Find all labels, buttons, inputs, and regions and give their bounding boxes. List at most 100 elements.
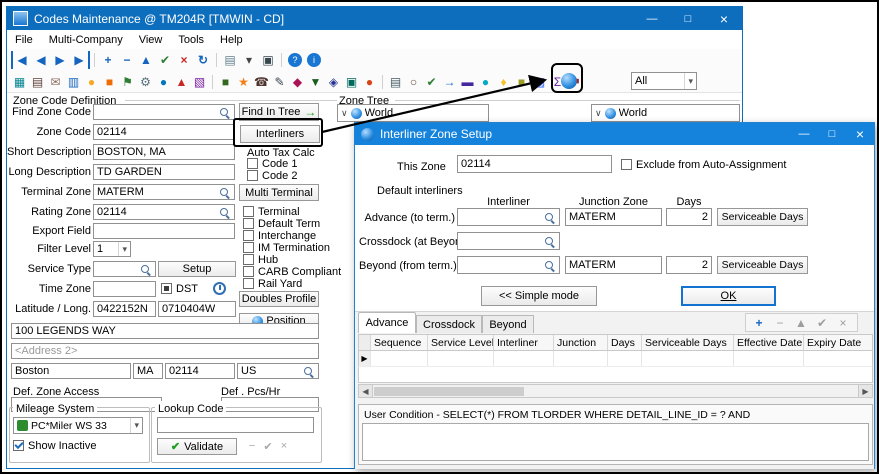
screen-icon[interactable]: ▣ — [259, 51, 277, 69]
lookup-icon[interactable] — [543, 211, 556, 224]
service-type-field[interactable] — [93, 261, 156, 277]
dialog-title-bar[interactable]: Interliner Zone Setup — □ × — [355, 123, 874, 145]
phone-icon[interactable]: ☎ — [253, 73, 270, 90]
check-small-icon[interactable]: ✔ — [423, 73, 440, 90]
find-zone-code-field[interactable] — [93, 104, 235, 120]
beyond-days-field[interactable]: 2 — [666, 256, 712, 274]
lock-icon[interactable]: ■ — [513, 73, 530, 90]
grid-header-junction[interactable]: Junction — [554, 335, 608, 350]
filter-level-combo[interactable]: 1 ▾ — [93, 241, 131, 257]
scroll-left-icon[interactable]: ◀ — [359, 385, 373, 397]
chevron-down-icon[interactable]: ▾ — [118, 242, 127, 256]
terminal-checkbox[interactable] — [243, 206, 254, 217]
post-edit-icon[interactable]: ✔ — [156, 51, 174, 69]
prev-record-icon[interactable]: ◀ — [32, 51, 50, 69]
arrow-icon[interactable]: → — [441, 73, 458, 90]
hub-checkbox[interactable] — [243, 254, 254, 265]
lookup-icon[interactable] — [218, 106, 231, 119]
coin-icon[interactable]: ● — [83, 73, 100, 90]
close-button[interactable]: × — [706, 7, 742, 30]
setup-button[interactable]: Setup — [158, 261, 236, 277]
default-term-checkbox[interactable] — [243, 218, 254, 229]
bar-icon[interactable]: ▬ — [459, 73, 476, 90]
grid-header-expiry-date[interactable]: Expiry Date — [804, 335, 872, 350]
codes-list-icon[interactable]: ▤ — [29, 73, 46, 90]
rail-yard-checkbox[interactable] — [243, 278, 254, 289]
grid-header-sequence[interactable]: Sequence — [371, 335, 428, 350]
zone-tree-root-right[interactable]: ∨ World — [591, 104, 740, 122]
chart-icon[interactable]: ▲ — [173, 73, 190, 90]
beyond-serviceable-days-button[interactable]: Serviceable Days — [717, 256, 808, 274]
tree-icon[interactable]: ▼ — [307, 73, 324, 90]
lookup-icon[interactable] — [218, 206, 231, 219]
lookup-icon[interactable] — [543, 235, 556, 248]
map-icon[interactable]: ▨ — [531, 73, 548, 90]
last-record-icon[interactable]: ▶ — [70, 51, 90, 69]
menu-multi-company[interactable]: Multi-Company — [41, 34, 131, 46]
advance-days-field[interactable]: 2 — [666, 208, 712, 226]
dialog-minimize-button[interactable]: — — [790, 123, 818, 145]
validate-button[interactable]: ✔ Validate — [157, 438, 237, 455]
chevron-down-icon[interactable]: ▾ — [130, 418, 139, 433]
print-icon[interactable]: ▤ — [221, 51, 239, 69]
dst-checkbox[interactable] — [161, 283, 172, 294]
postal-field[interactable]: 02114 — [165, 363, 235, 379]
help-icon[interactable]: ? — [288, 53, 302, 67]
truck-icon[interactable]: ■ — [217, 73, 234, 90]
short-description-field[interactable]: BOSTON, MA — [93, 144, 235, 160]
package-icon[interactable]: ▣ — [343, 73, 360, 90]
zone-tree-root-left[interactable]: ∨ World — [337, 104, 489, 122]
remove-lookup-icon[interactable]: − — [245, 440, 259, 452]
main-title-bar[interactable]: Codes Maintenance @ TM204R [TMWIN - CD] … — [7, 7, 742, 30]
chevron-down-icon[interactable]: ▾ — [684, 73, 693, 89]
lookup-icon[interactable] — [139, 263, 152, 276]
long-description-field[interactable]: TD GARDEN — [93, 164, 235, 180]
delete-row-icon[interactable]: − — [771, 314, 789, 332]
toolbar-filter-combo[interactable]: All ▾ — [631, 72, 697, 90]
grid-cell[interactable] — [642, 351, 734, 366]
tree-expand-icon[interactable]: ∨ — [595, 108, 602, 119]
print-options-icon[interactable]: ▾ — [240, 51, 258, 69]
grid-cell[interactable] — [608, 351, 642, 366]
grid-horizontal-scrollbar[interactable]: ◀ ▶ — [358, 384, 873, 398]
carb-compliant-checkbox[interactable] — [243, 266, 254, 277]
advance-interliner-field[interactable] — [457, 208, 560, 226]
delete-record-icon[interactable]: − — [118, 51, 136, 69]
insert-record-icon[interactable]: + — [99, 51, 117, 69]
country-field[interactable]: US — [237, 363, 319, 379]
grid-row[interactable]: ▶ — [358, 351, 873, 367]
clock-small-icon[interactable]: ○ — [405, 73, 422, 90]
user-icon[interactable]: ● — [477, 73, 494, 90]
mail-icon[interactable]: ✉ — [47, 73, 64, 90]
cancel-edit-icon[interactable]: × — [175, 51, 193, 69]
im-termination-checkbox[interactable] — [243, 242, 254, 253]
ok-button[interactable]: OK — [681, 286, 776, 306]
time-zone-field[interactable] — [93, 281, 156, 297]
lookup-icon[interactable] — [218, 186, 231, 199]
tab-beyond[interactable]: Beyond — [482, 315, 534, 333]
dialog-maximize-button[interactable]: □ — [818, 123, 846, 145]
show-inactive-checkbox[interactable] — [13, 440, 24, 451]
latitude-field[interactable]: 0422152N — [93, 301, 156, 317]
this-zone-field[interactable]: 02114 — [457, 155, 612, 173]
star-icon[interactable]: ★ — [235, 73, 252, 90]
rating-zone-field[interactable]: 02114 — [93, 204, 235, 220]
info-icon[interactable]: i — [307, 53, 321, 67]
maximize-button[interactable]: □ — [670, 7, 706, 30]
advance-serviceable-days-button[interactable]: Serviceable Days — [717, 208, 808, 226]
interchange-checkbox[interactable] — [243, 230, 254, 241]
beyond-interliner-field[interactable] — [457, 256, 560, 274]
scroll-right-icon[interactable]: ▶ — [858, 385, 872, 397]
grid-cell[interactable] — [554, 351, 608, 366]
globe-dot-icon[interactable]: ● — [155, 73, 172, 90]
gear-icon[interactable]: ⚙ — [137, 73, 154, 90]
cancel-lookup-icon[interactable]: × — [277, 440, 291, 452]
beyond-junction-field[interactable]: MATERM — [565, 256, 662, 274]
user-condition-memo[interactable] — [362, 423, 869, 461]
exclude-auto-assignment-checkbox[interactable] — [621, 159, 632, 170]
lookup-code-field[interactable] — [157, 417, 314, 433]
clock-icon[interactable] — [213, 282, 226, 295]
state-field[interactable]: MA — [133, 363, 163, 379]
minimize-button[interactable]: — — [634, 7, 670, 30]
document-icon[interactable]: ▧ — [191, 73, 208, 90]
